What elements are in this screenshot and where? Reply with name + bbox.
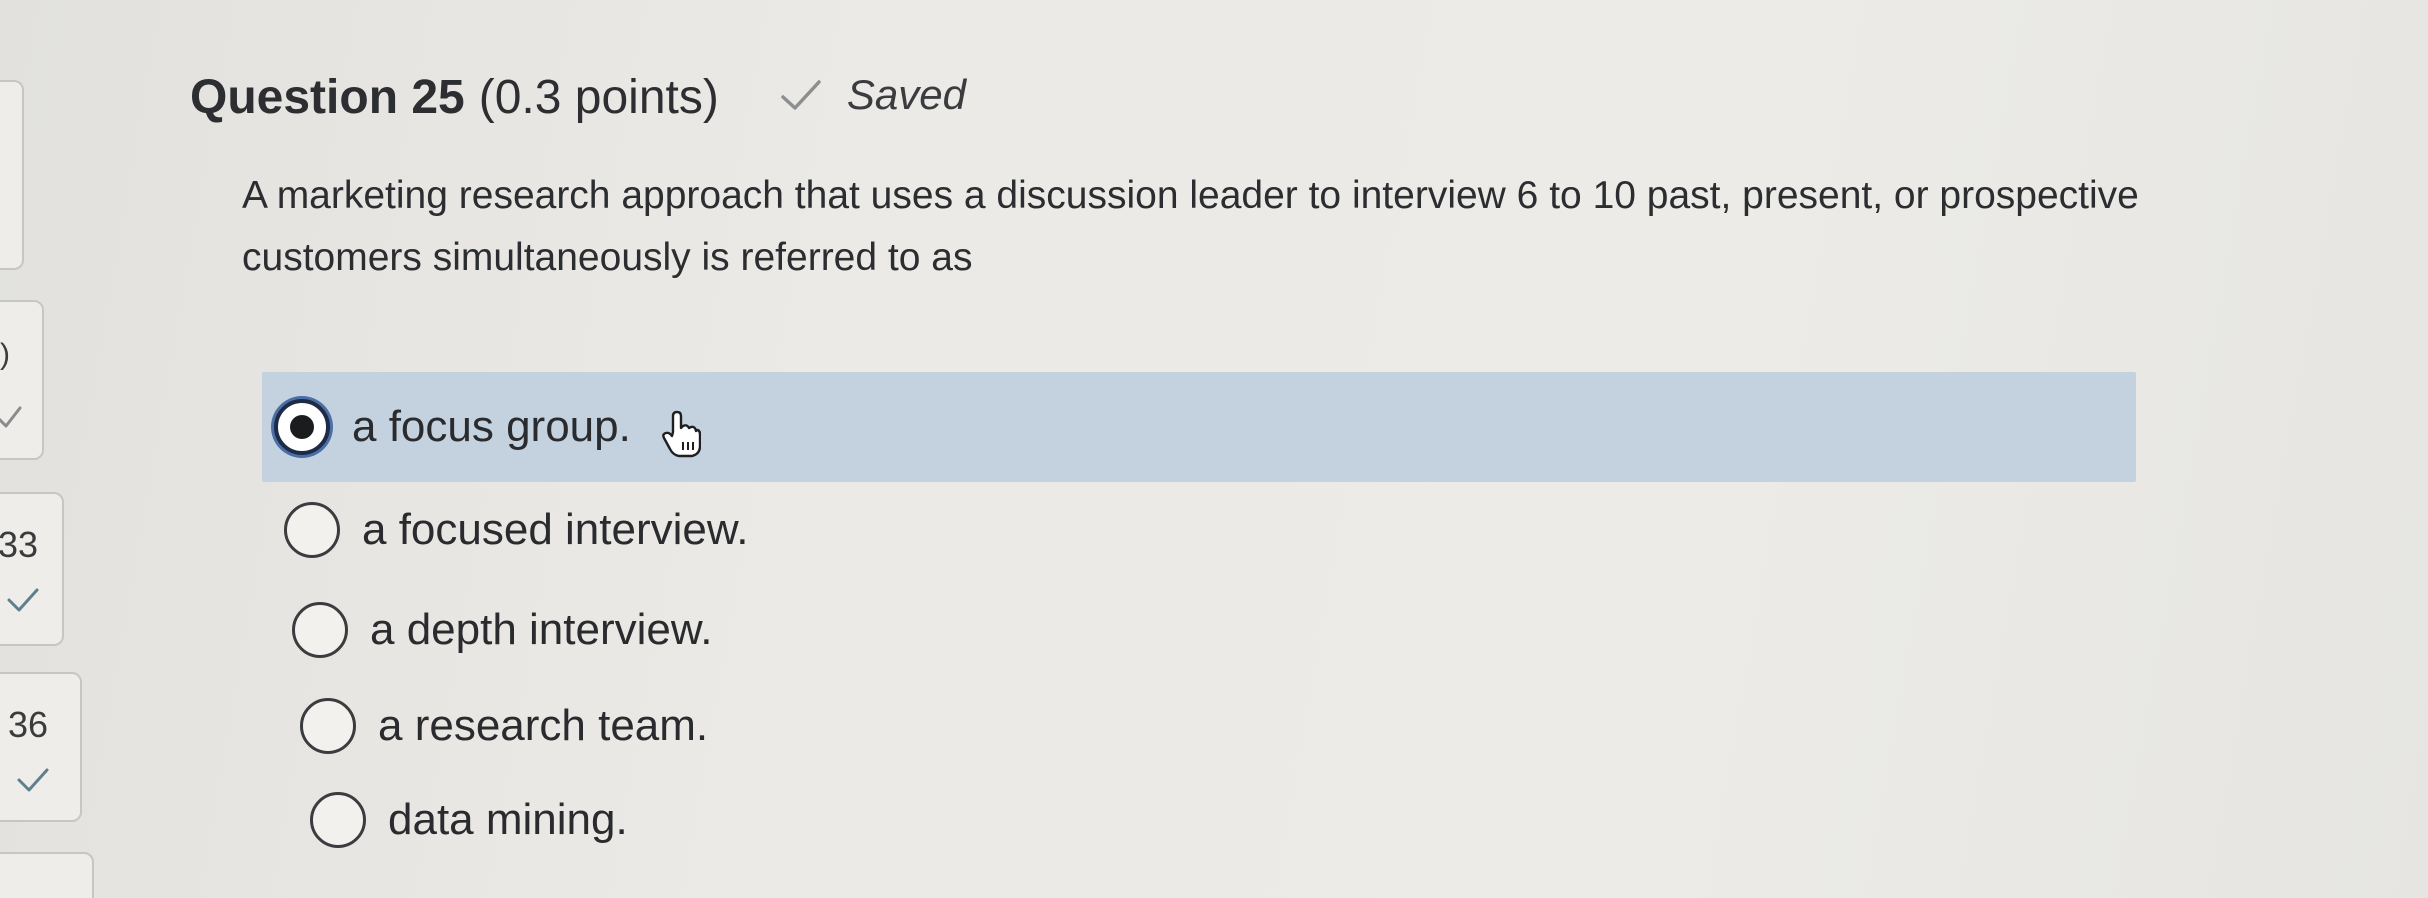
radio-button[interactable] [310, 792, 366, 848]
nav-question-box-33[interactable]: 33 [0, 492, 64, 646]
saved-status: Saved [779, 71, 966, 119]
radio-button[interactable] [284, 502, 340, 558]
nav-question-box[interactable]: ) [0, 300, 44, 460]
option-row[interactable]: a depth interview. [262, 580, 2136, 680]
option-row[interactable]: data mining. [262, 770, 2136, 870]
nav-question-box[interactable] [0, 852, 94, 898]
hand-cursor-icon [662, 410, 701, 458]
nav-question-box[interactable] [0, 80, 24, 270]
radio-button[interactable] [300, 698, 356, 754]
check-icon [7, 588, 39, 612]
option-label: a focus group. [352, 402, 631, 451]
question-text: A marketing research approach that uses … [242, 174, 2139, 279]
answer-options: a focus group. a focused interview. a de… [262, 372, 2136, 870]
nav-question-box-36[interactable]: 36 [0, 672, 82, 822]
option-row[interactable]: a focused interview. [262, 480, 2136, 580]
check-icon [0, 406, 22, 428]
quiz-page: ) 33 36 Question 25 (0.3 points) Saved A… [0, 0, 2428, 898]
radio-button[interactable] [292, 602, 348, 658]
option-label: a research team. [378, 701, 709, 750]
check-icon [781, 80, 821, 110]
option-row[interactable]: a focus group. [262, 372, 2136, 482]
saved-label: Saved [846, 71, 966, 118]
nav-question-number: 33 [0, 524, 39, 565]
question-points: (0.3 points) [478, 71, 719, 124]
option-label: a focused interview. [362, 505, 749, 554]
option-label: a depth interview. [370, 605, 713, 654]
question-title: Question 25 [190, 71, 465, 124]
question-header: Question 25 (0.3 points) Saved [190, 70, 966, 125]
option-row[interactable]: a research team. [262, 676, 2136, 776]
check-icon [17, 768, 49, 792]
option-label: data mining. [388, 795, 628, 844]
nav-question-number: ) [0, 338, 10, 371]
nav-question-number: 36 [8, 704, 49, 745]
radio-button[interactable] [274, 399, 330, 455]
